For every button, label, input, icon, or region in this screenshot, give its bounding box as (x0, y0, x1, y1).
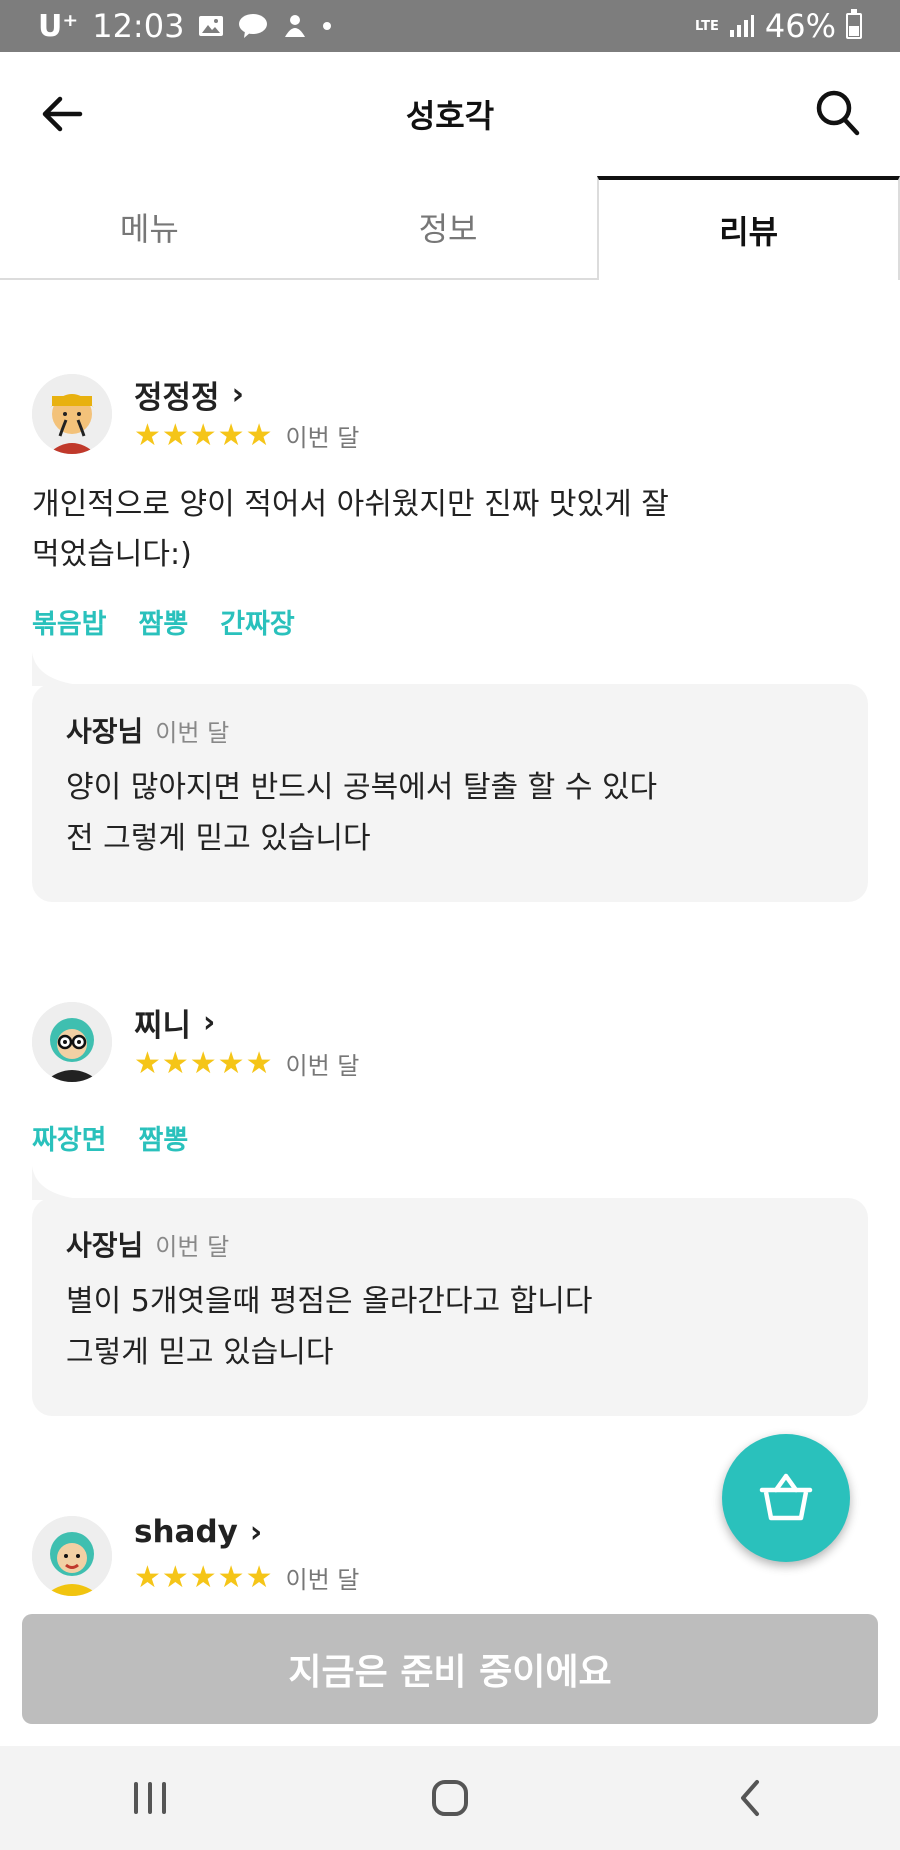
home-icon (432, 1780, 468, 1816)
system-nav-bar (0, 1746, 900, 1850)
reply-date: 이번 달 (155, 719, 230, 747)
tab-info[interactable]: 정보 (299, 176, 598, 278)
home-button[interactable] (410, 1768, 490, 1828)
review-date: 이번 달 (285, 1052, 360, 1080)
reply-owner: 사장님 (66, 1229, 144, 1262)
tab-menu[interactable]: 메뉴 (0, 176, 299, 278)
chevron-right-icon: › (203, 1005, 216, 1040)
reviewer-name-button[interactable]: 정정정 › (134, 372, 244, 417)
ordered-menu-tags: 짜장면 짬뽕 (32, 1118, 188, 1157)
dot-icon (322, 21, 332, 31)
system-back-button[interactable] (710, 1768, 790, 1828)
page-title: 성호각 (405, 97, 495, 135)
menu-tag: 볶음밥 (32, 609, 107, 640)
app-header: 성호각 (0, 52, 900, 176)
reply-text: 별이 5개엿을때 평점은 올라간다고 합니다 그렇게 믿고 있습니다 (66, 1284, 593, 1370)
review-date: 이번 달 (285, 1566, 360, 1594)
chevron-right-icon: › (249, 1514, 263, 1550)
battery-icon (846, 9, 862, 39)
user-avatar-icon (32, 374, 112, 454)
search-icon (816, 90, 860, 136)
menu-tag: 짜장면 (32, 1125, 107, 1156)
menu-tag: 짬뽕 (138, 609, 189, 640)
battery-percent: 46% (764, 7, 836, 45)
cart-button[interactable] (722, 1434, 850, 1562)
gallery-icon (198, 14, 224, 38)
user-avatar-icon (32, 1516, 112, 1596)
back-button[interactable] (40, 92, 84, 136)
rating-stars: ★★★★★ (134, 1046, 274, 1081)
network-type: LTE (694, 18, 719, 34)
recent-apps-icon (134, 1782, 166, 1814)
reply-owner: 사장님 (66, 715, 144, 748)
signal-icon (729, 14, 755, 38)
search-button[interactable] (814, 88, 862, 138)
user-avatar-icon (32, 1002, 112, 1082)
reviewer-name-button[interactable]: shady › (134, 1514, 262, 1550)
recent-apps-button[interactable] (110, 1768, 190, 1828)
order-button[interactable]: 지금은 준비 중이에요 (22, 1614, 878, 1724)
tab-bar: 메뉴 정보 리뷰 (0, 176, 900, 280)
ordered-menu-tags: 볶음밥 짬뽕 간짜장 (32, 602, 295, 641)
rating-stars: ★★★★★ (134, 1560, 274, 1595)
reply-bubble-tail (32, 1166, 88, 1200)
status-bar: U⁺ 12:03 LTE 46% (0, 0, 900, 52)
menu-tag: 간짜장 (220, 609, 295, 640)
app-notification-icon (282, 13, 308, 39)
arrow-left-icon (42, 96, 83, 132)
reviewer-name: 찌니 (134, 1008, 192, 1044)
reply-text: 양이 많아지면 반드시 공복에서 탈출 할 수 있다 전 그렇게 믿고 있습니다 (66, 770, 658, 856)
chevron-left-icon (741, 1780, 759, 1816)
owner-reply: 사장님 이번 달 양이 많아지면 반드시 공복에서 탈출 할 수 있다 전 그렇… (32, 684, 868, 902)
clock: 12:03 (92, 7, 185, 45)
rating-stars: ★★★★★ (134, 418, 274, 453)
reply-bubble-tail (32, 652, 88, 686)
owner-reply: 사장님 이번 달 별이 5개엿을때 평점은 올라간다고 합니다 그렇게 믿고 있… (32, 1198, 868, 1416)
order-button-label: 지금은 준비 중이에요 (288, 1652, 612, 1693)
reviewer-name-button[interactable]: 찌니 › (134, 1000, 215, 1045)
review-meta: ★★★★★ 이번 달 (134, 1560, 359, 1595)
avatar[interactable] (32, 1002, 112, 1082)
reviewer-name: 정정정 (134, 380, 220, 416)
carrier-label: U⁺ (38, 8, 79, 44)
review-text: 개인적으로 양이 적어서 아쉬웠지만 진짜 맛있게 잘 먹었습니다:) (32, 487, 669, 572)
review-meta: ★★★★★ 이번 달 (134, 1046, 359, 1081)
review-meta: ★★★★★ 이번 달 (134, 418, 359, 453)
avatar[interactable] (32, 374, 112, 454)
reply-date: 이번 달 (155, 1233, 230, 1261)
avatar[interactable] (32, 1516, 112, 1596)
review-date: 이번 달 (285, 424, 360, 452)
reviewer-name: shady (134, 1514, 238, 1550)
menu-tag: 짬뽕 (138, 1125, 189, 1156)
basket-icon (759, 1473, 813, 1521)
talk-icon (238, 13, 268, 39)
tab-reviews[interactable]: 리뷰 (597, 176, 900, 280)
chevron-right-icon: › (231, 377, 244, 412)
